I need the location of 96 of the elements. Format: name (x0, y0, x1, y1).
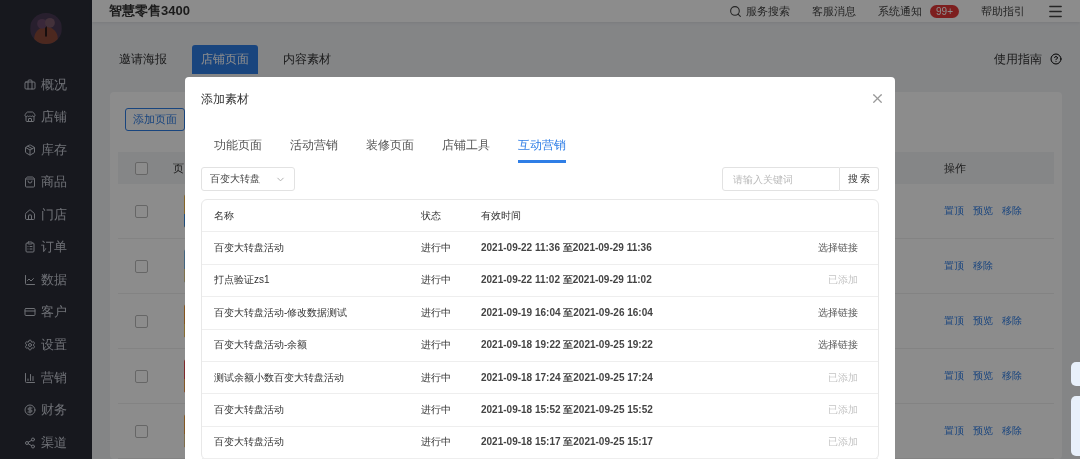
dialog-title: 添加素材 (201, 91, 249, 108)
checkbox[interactable] (135, 161, 148, 175)
sidebar-item[interactable]: 店铺 (0, 100, 94, 134)
package-icon (24, 143, 36, 156)
table-cell-text: 2021-09-18 17:24 至2021-09-25 17:24 (481, 370, 654, 385)
table-cell-text: 百变大转盘活动 (214, 403, 285, 418)
column-header: 页 (173, 160, 184, 176)
guide-link[interactable]: 使用指南 (994, 50, 1042, 68)
checkbox[interactable] (135, 369, 148, 383)
table-cell-text: 百变大转盘活动-余额 (214, 338, 309, 353)
table-cell-text: 进行中 (421, 338, 452, 353)
dialog-tab[interactable]: 互动营销 (518, 137, 566, 163)
sidebar-item[interactable]: 库存 (0, 133, 94, 167)
dialog-tab[interactable]: 活动营销 (290, 137, 338, 163)
briefcase-icon (24, 78, 36, 91)
coin-icon (24, 404, 36, 417)
search-button[interactable]: 搜 索 (840, 167, 879, 191)
table-cell-text: 进行中 (421, 435, 452, 450)
settings-icon (24, 339, 36, 352)
card-icon (24, 306, 36, 319)
column-header: 有效时间 (481, 208, 522, 223)
table-cell-text: 2021-09-18 19:22 至2021-09-25 19:22 (481, 338, 654, 353)
table-cell-text: 进行中 (421, 273, 452, 288)
sidebar-item[interactable]: 数据 (0, 263, 94, 297)
action-link[interactable]: 置顶 (944, 369, 964, 383)
table-cell-text: 进行中 (421, 241, 452, 256)
sidebar-item[interactable]: 财务 (0, 393, 94, 427)
dialog-tab[interactable]: 功能页面 (214, 137, 262, 163)
action-link[interactable]: 移除 (1002, 424, 1022, 438)
checkbox[interactable] (135, 259, 148, 273)
select-link[interactable]: 选择链接 (818, 338, 858, 353)
checkbox[interactable] (135, 424, 148, 438)
notification-badge: 99+ (930, 4, 959, 18)
action-link[interactable]: 移除 (1002, 314, 1022, 328)
column-header: 名称 (214, 208, 235, 223)
table-cell-text: 2021-09-18 15:52 至2021-09-25 15:52 (481, 403, 654, 418)
action-link[interactable]: 置顶 (944, 204, 964, 218)
line-chart-icon (24, 273, 36, 286)
column-header: 操作 (944, 160, 967, 176)
action-link[interactable]: 预览 (973, 314, 993, 328)
action-link[interactable]: 预览 (973, 204, 993, 218)
page-tab[interactable]: 邀请海报 (110, 44, 176, 74)
table-cell-text: 打点验证zs1 (214, 273, 271, 288)
dialog-tab[interactable]: 店铺工具 (442, 137, 490, 163)
type-select[interactable]: 百变大转盘 (201, 167, 295, 191)
house-icon (24, 208, 36, 221)
table-cell-text: 2021-09-22 11:36 至2021-09-29 11:36 (481, 241, 653, 256)
table-cell-text: 百变大转盘活动 (214, 241, 285, 256)
action-link[interactable]: 移除 (1002, 369, 1022, 383)
bar-chart-icon (24, 371, 36, 384)
table-cell-text: 进行中 (421, 305, 452, 320)
service-search-link[interactable]: 服务搜索 (729, 3, 791, 19)
column-header: 状态 (421, 208, 442, 223)
action-link[interactable]: 移除 (973, 259, 993, 273)
search-icon (729, 4, 743, 18)
table-cell-text: 2021-09-19 16:04 至2021-09-26 16:04 (481, 305, 654, 320)
table-cell-text: 百变大转盘活动 (214, 435, 285, 450)
add-page-button[interactable]: 添加页面 (125, 108, 185, 131)
share-icon (24, 436, 36, 449)
select-link[interactable]: 选择链接 (818, 305, 858, 320)
header-link[interactable]: 帮助指引 (981, 3, 1025, 19)
table-cell-text: 百变大转盘活动-修改数据测试 (214, 305, 349, 320)
help-icon[interactable] (1050, 53, 1062, 65)
page-tab[interactable]: 内容素材 (274, 44, 340, 74)
clipboard-icon (24, 241, 36, 254)
table-cell-text: 进行中 (421, 370, 452, 385)
checkbox[interactable] (135, 204, 148, 218)
action-link[interactable]: 置顶 (944, 259, 964, 273)
table-cell-text: 进行中 (421, 403, 452, 418)
keyword-field[interactable]: 请输入关键词 (722, 167, 840, 191)
sidebar-item[interactable]: 渠道 (0, 426, 94, 459)
sidebar-item[interactable]: 营销 (0, 361, 94, 394)
action-link[interactable]: 预览 (973, 424, 993, 438)
store-icon (24, 111, 36, 124)
app-title: 智慧零售3400 (109, 2, 191, 20)
sidebar-item[interactable]: 订单 (0, 231, 94, 264)
checkbox[interactable] (135, 314, 148, 328)
action-link[interactable]: 置顶 (944, 424, 964, 438)
sidebar-item[interactable]: 概况 (0, 68, 94, 101)
table-cell-text: 2021-09-18 15:17 至2021-09-25 15:17 (481, 435, 654, 450)
sidebar-item[interactable]: 门店 (0, 198, 94, 232)
action-link[interactable]: 置顶 (944, 314, 964, 328)
header-link[interactable]: 系统通知 99+ (878, 3, 959, 19)
header-link[interactable]: 客服消息 (812, 3, 857, 19)
close-icon[interactable] (870, 91, 885, 106)
table-cell-text: 测试余额小数百变大转盘活动 (214, 370, 345, 385)
action-link[interactable]: 移除 (1002, 204, 1022, 218)
dialog-tab[interactable]: 装修页面 (366, 137, 414, 163)
select-link[interactable]: 选择链接 (818, 241, 858, 256)
sidebar-item[interactable]: 设置 (0, 328, 94, 362)
table-cell-text: 2021-09-22 11:02 至2021-09-29 11:02 (481, 273, 653, 288)
sidebar-item[interactable]: 客户 (0, 296, 94, 329)
bag-icon (24, 176, 36, 189)
page-tab[interactable]: 店铺页面 (192, 44, 258, 74)
action-link[interactable]: 预览 (973, 369, 993, 383)
sidebar-item[interactable]: 商品 (0, 166, 94, 199)
